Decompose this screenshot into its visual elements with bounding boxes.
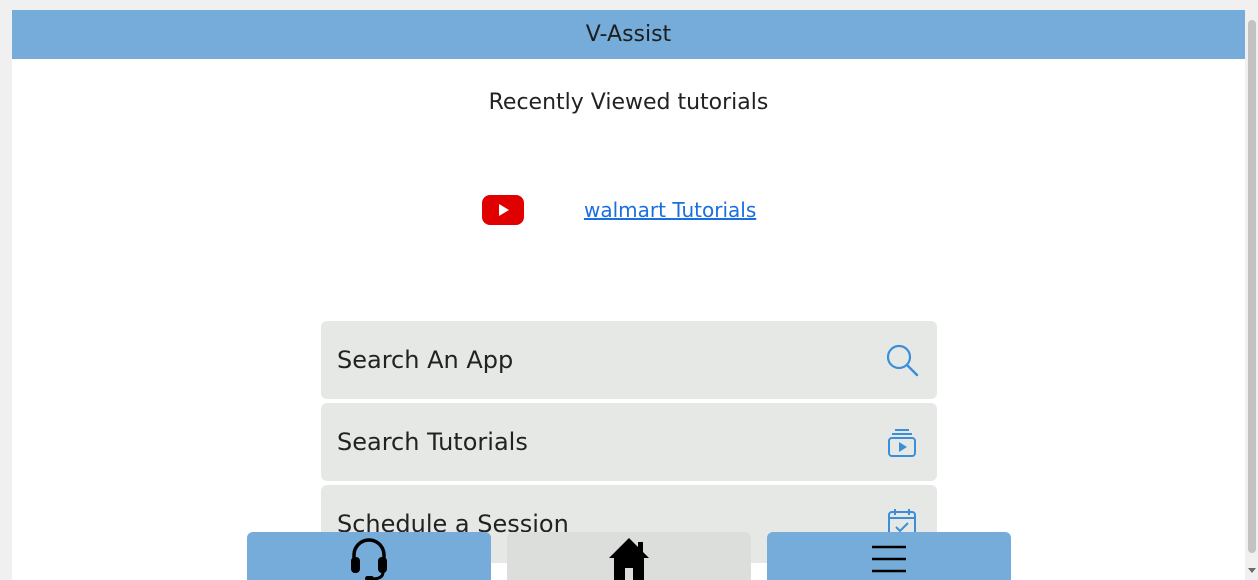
- search-tutorials-label: Search Tutorials: [337, 428, 528, 456]
- search-tutorials-button[interactable]: Search Tutorials: [321, 403, 937, 481]
- video-library-icon: [883, 423, 921, 461]
- scrollbar-thumb[interactable]: [1248, 20, 1256, 553]
- search-app-label: Search An App: [337, 346, 514, 374]
- vertical-scrollbar[interactable]: [1245, 10, 1258, 580]
- walmart-tutorials-link[interactable]: walmart Tutorials: [584, 198, 756, 222]
- scroll-down-arrow-icon[interactable]: [1248, 568, 1256, 573]
- headset-icon: [351, 538, 387, 580]
- search-icon: [883, 341, 921, 379]
- app-viewport: V-Assist Recently Viewed tutorials walma…: [12, 10, 1245, 580]
- youtube-icon[interactable]: [482, 195, 524, 225]
- bottom-navigation: [12, 532, 1245, 580]
- search-app-button[interactable]: Search An App: [321, 321, 937, 399]
- recently-viewed-heading: Recently Viewed tutorials: [488, 90, 769, 115]
- menu-nav-button[interactable]: [767, 532, 1011, 580]
- home-nav-button[interactable]: [507, 532, 751, 580]
- hamburger-menu-icon: [872, 545, 906, 573]
- support-nav-button[interactable]: [247, 532, 491, 580]
- home-icon: [609, 538, 649, 580]
- app-title: V-Assist: [585, 22, 672, 47]
- app-header: V-Assist: [12, 10, 1245, 59]
